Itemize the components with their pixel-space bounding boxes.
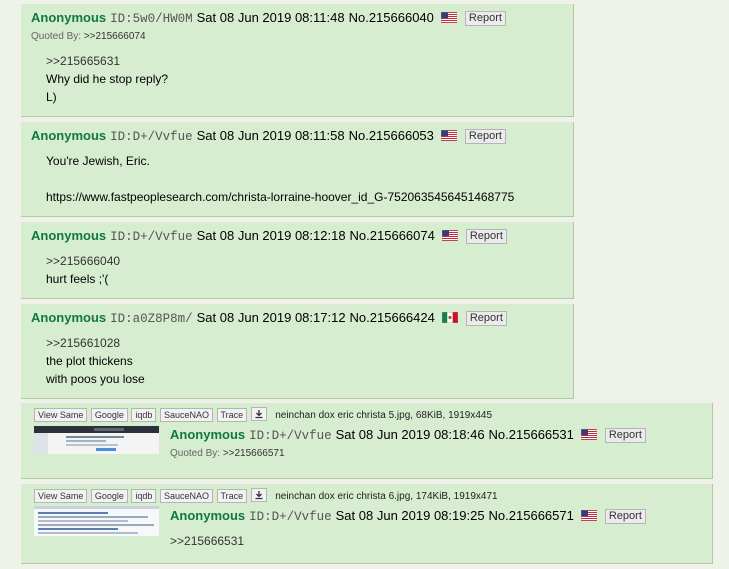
post-header: Anonymous ID:D+/Vvfue Sat 08 Jun 2019 08:1… xyxy=(170,427,646,444)
post: View Same Google iqdb SauceNAO Trace nei… xyxy=(21,403,713,479)
report-button[interactable]: Report xyxy=(604,509,646,524)
quoted-by: Quoted By: >>215666571 xyxy=(170,448,285,459)
post-number[interactable]: No.215666074 xyxy=(350,228,435,243)
post-header: Anonymous ID:D+/Vvfue Sat 08 Jun 2019 08:1… xyxy=(31,128,506,145)
quoted-by-link[interactable]: >>215666571 xyxy=(223,448,285,459)
post-number[interactable]: No.215666053 xyxy=(349,128,434,143)
poster-name: Anonymous xyxy=(31,128,107,143)
download-icon[interactable] xyxy=(250,407,267,421)
post-header: Anonymous ID:a0Z8P8m/Sat 08 Jun 2019 08:1… xyxy=(31,310,507,327)
us-flag-icon xyxy=(580,429,597,440)
post-header: Anonymous ID:D+/Vvfue Sat 08 Jun 2019 08:1… xyxy=(170,508,646,525)
poster-id[interactable]: ID:5w0/HW0M xyxy=(110,12,193,26)
iqdb-button[interactable]: iqdb xyxy=(131,408,157,422)
poster-id[interactable]: ID:D+/Vvfue xyxy=(249,510,332,524)
image-tools: View Same Google iqdb SauceNAO Trace nei… xyxy=(34,488,498,503)
poster-id[interactable]: ID:D+/Vvfue xyxy=(249,429,332,443)
poster-id[interactable]: ID:a0Z8P8m/ xyxy=(110,312,193,326)
post-number[interactable]: No.215666571 xyxy=(489,508,574,523)
post-body: >>215661028 the plot thickens with poos … xyxy=(46,334,145,388)
mx-flag-icon xyxy=(441,312,458,323)
post-date: Sat 08 Jun 2019 08:19:25 xyxy=(335,508,485,523)
post-body: >>215666531 xyxy=(170,532,244,550)
post-body: >>215666040 hurt feels ;'( xyxy=(46,252,120,288)
post: Anonymous ID:D+/Vvfue Sat 08 Jun 2019 08:1… xyxy=(21,222,574,299)
view-same-button[interactable]: View Same xyxy=(34,408,88,422)
quote-link[interactable]: >>215665631 xyxy=(46,54,120,68)
view-same-button[interactable]: View Same xyxy=(34,489,88,503)
post: Anonymous ID:a0Z8P8m/Sat 08 Jun 2019 08:1… xyxy=(21,304,574,399)
file-info[interactable]: neinchan dox eric christa 5.jpg, 68KiB, … xyxy=(275,410,492,421)
google-button[interactable]: Google xyxy=(90,408,128,422)
quoted-by-link[interactable]: >>215666074 xyxy=(84,31,146,42)
trace-button[interactable]: Trace xyxy=(216,489,248,503)
report-button[interactable]: Report xyxy=(604,428,646,443)
post-text: hurt feels ;'( xyxy=(46,272,109,286)
trace-button[interactable]: Trace xyxy=(216,408,248,422)
report-button[interactable]: Report xyxy=(464,11,506,26)
post-number[interactable]: No.215666040 xyxy=(349,10,434,25)
post-date: Sat 08 Jun 2019 08:11:48 xyxy=(196,10,345,25)
poster-name: Anonymous xyxy=(31,10,107,25)
post-date: Sat 08 Jun 2019 08:12:18 xyxy=(196,228,346,243)
us-flag-icon xyxy=(580,510,597,521)
post-text: Why did he stop reply? L) xyxy=(46,72,169,104)
us-flag-icon xyxy=(441,230,458,241)
poster-id[interactable]: ID:D+/Vvfue xyxy=(110,230,193,244)
post: View Same Google iqdb SauceNAO Trace nei… xyxy=(21,484,713,564)
post-text: the plot thickens with poos you lose xyxy=(46,354,145,386)
poster-id[interactable]: ID:D+/Vvfue xyxy=(110,130,193,144)
quoted-by-label: Quoted By: xyxy=(170,448,221,459)
report-button[interactable]: Report xyxy=(464,129,506,144)
report-button[interactable]: Report xyxy=(465,311,507,326)
saucenao-button[interactable]: SauceNAO xyxy=(159,489,213,503)
poster-name: Anonymous xyxy=(170,427,246,442)
post-body: You're Jewish, Eric. https://www.fastpeo… xyxy=(46,154,515,204)
google-button[interactable]: Google xyxy=(90,489,128,503)
us-flag-icon xyxy=(440,12,457,23)
poster-name: Anonymous xyxy=(31,310,107,325)
saucenao-button[interactable]: SauceNAO xyxy=(159,408,213,422)
quote-link[interactable]: >>215666040 xyxy=(46,254,120,268)
post-header: Anonymous ID:5w0/HW0M Sat 08 Jun 2019 08:1… xyxy=(31,10,506,27)
us-flag-icon xyxy=(440,130,457,141)
post-date: Sat 08 Jun 2019 08:17:12 xyxy=(196,310,346,325)
post-number[interactable]: No.215666424 xyxy=(350,310,435,325)
poster-name: Anonymous xyxy=(170,508,246,523)
post-date: Sat 08 Jun 2019 08:18:46 xyxy=(335,427,485,442)
post-number[interactable]: No.215666531 xyxy=(489,427,574,442)
quoted-by-label: Quoted By: xyxy=(31,31,82,42)
post: Anonymous ID:D+/Vvfue Sat 08 Jun 2019 08:1… xyxy=(21,122,574,217)
post-body: >>215665631 Why did he stop reply? L) xyxy=(46,52,168,106)
post: Anonymous ID:5w0/HW0M Sat 08 Jun 2019 08:1… xyxy=(21,4,574,117)
report-button[interactable]: Report xyxy=(465,229,507,244)
quote-link[interactable]: >>215661028 xyxy=(46,336,120,350)
quote-link[interactable]: >>215666531 xyxy=(170,534,244,548)
post-date: Sat 08 Jun 2019 08:11:58 xyxy=(196,128,345,143)
post-thumbnail[interactable] xyxy=(34,426,159,454)
poster-name: Anonymous xyxy=(31,228,107,243)
file-info[interactable]: neinchan dox eric christa 6.jpg, 174KiB,… xyxy=(275,491,497,502)
image-tools: View Same Google iqdb SauceNAO Trace nei… xyxy=(34,407,492,422)
post-thumbnail[interactable] xyxy=(34,506,159,536)
download-icon[interactable] xyxy=(250,488,267,502)
quoted-by: Quoted By: >>215666074 xyxy=(31,31,146,42)
post-header: Anonymous ID:D+/Vvfue Sat 08 Jun 2019 08:1… xyxy=(31,228,507,245)
iqdb-button[interactable]: iqdb xyxy=(131,489,157,503)
